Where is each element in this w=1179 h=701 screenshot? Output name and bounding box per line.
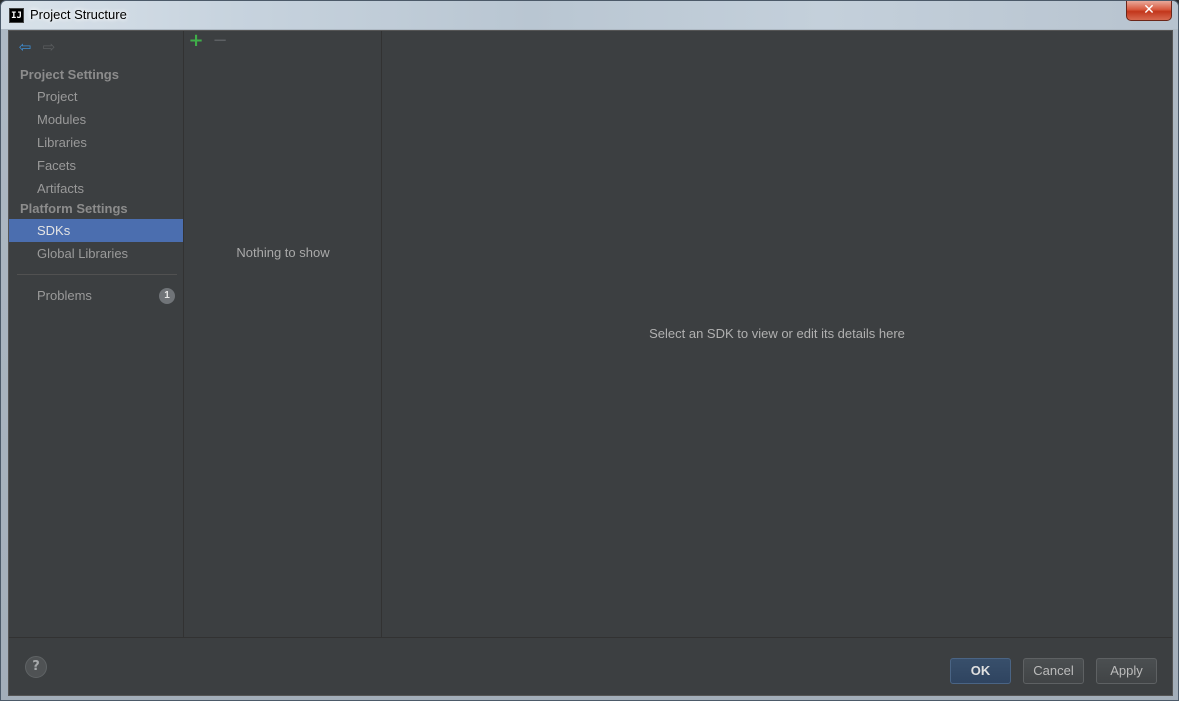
details-placeholder-message: Select an SDK to view or edit its detail… bbox=[649, 326, 905, 341]
ok-button[interactable]: OK bbox=[950, 658, 1011, 684]
sidebar-item-project[interactable]: Project bbox=[9, 85, 183, 108]
platform-settings-heading: Platform Settings bbox=[20, 201, 128, 216]
project-settings-heading: Project Settings bbox=[20, 67, 119, 82]
sidebar-item-problems[interactable]: Problems 1 bbox=[9, 284, 183, 307]
problems-count-badge: 1 bbox=[159, 288, 175, 304]
forward-arrow-icon[interactable]: ⇨ bbox=[41, 39, 57, 55]
cancel-button[interactable]: Cancel bbox=[1023, 658, 1084, 684]
title-bar[interactable]: IJ Project Structure ✕ bbox=[1, 1, 1178, 29]
sdk-details-panel: Select an SDK to view or edit its detail… bbox=[382, 31, 1172, 637]
add-sdk-icon[interactable]: + bbox=[188, 32, 204, 50]
sidebar-item-sdks[interactable]: SDKs bbox=[9, 219, 183, 242]
sdk-list-panel: + − Nothing to show bbox=[184, 31, 382, 637]
close-button[interactable]: ✕ bbox=[1126, 1, 1172, 21]
window-frame: IJ Project Structure ✕ ⇦ ⇨ Project Setti… bbox=[0, 0, 1179, 701]
sidebar-divider bbox=[17, 274, 177, 275]
empty-list-message: Nothing to show bbox=[236, 245, 330, 260]
sidebar-item-artifacts[interactable]: Artifacts bbox=[9, 177, 183, 200]
back-arrow-icon[interactable]: ⇦ bbox=[17, 39, 33, 55]
window-title: Project Structure bbox=[30, 7, 127, 22]
settings-sidebar: ⇦ ⇨ Project Settings Project Modules Lib… bbox=[9, 31, 184, 637]
remove-sdk-icon[interactable]: − bbox=[212, 32, 228, 50]
sidebar-item-modules[interactable]: Modules bbox=[9, 108, 183, 131]
dialog-button-bar: ? OK Cancel Apply bbox=[9, 637, 1172, 695]
problems-label: Problems bbox=[37, 288, 92, 303]
sidebar-item-global-libraries[interactable]: Global Libraries bbox=[9, 242, 183, 265]
sidebar-item-facets[interactable]: Facets bbox=[9, 154, 183, 177]
sidebar-item-libraries[interactable]: Libraries bbox=[9, 131, 183, 154]
help-icon[interactable]: ? bbox=[25, 656, 47, 678]
intellij-app-icon: IJ bbox=[9, 8, 24, 23]
dialog-content: ⇦ ⇨ Project Settings Project Modules Lib… bbox=[8, 30, 1173, 696]
apply-button[interactable]: Apply bbox=[1096, 658, 1157, 684]
